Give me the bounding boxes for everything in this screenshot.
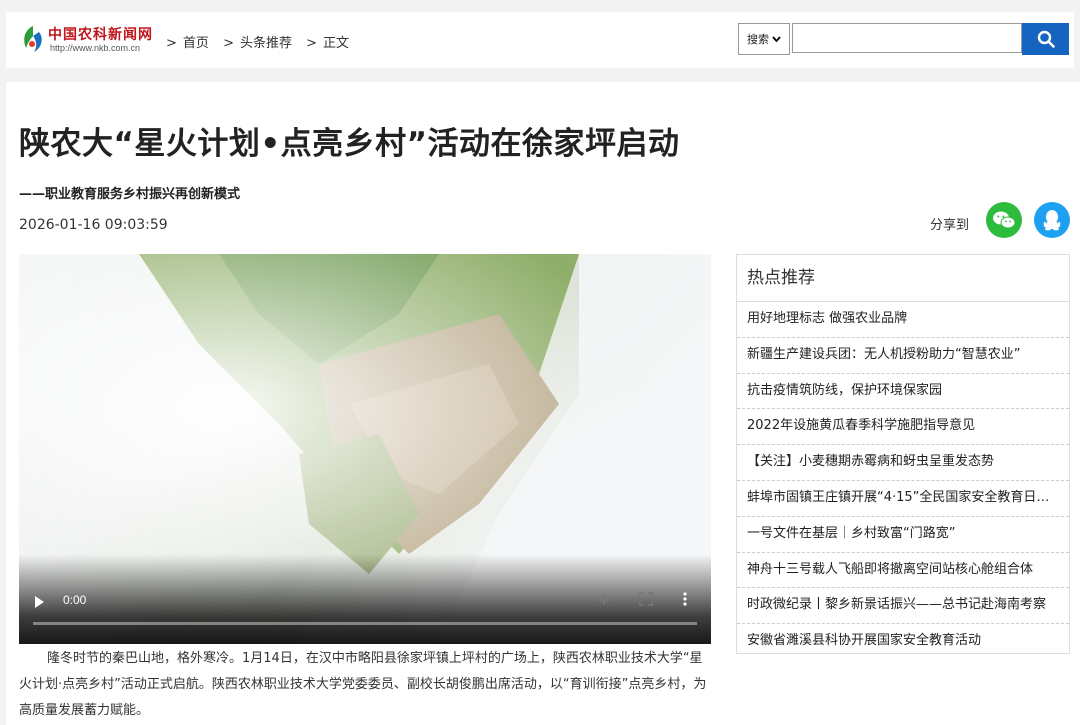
hot-list-item[interactable]: 【关注】小麦穗期赤霉病和蚜虫呈重发态势 bbox=[737, 445, 1069, 481]
video-time: 0:00 bbox=[63, 593, 87, 607]
qq-icon bbox=[1043, 210, 1061, 231]
hot-list-item[interactable]: 新疆生产建设兵团：无人机授粉助力“智慧农业” bbox=[737, 338, 1069, 374]
chevron-down-icon bbox=[772, 36, 781, 42]
hot-list-item[interactable]: 抗击疫情筑防线，保护环境保家园 bbox=[737, 374, 1069, 410]
search-button[interactable] bbox=[1022, 23, 1069, 55]
logo-text: 中国农科新闻网 bbox=[48, 27, 153, 43]
share-wechat-button[interactable] bbox=[986, 202, 1022, 238]
fullscreen-icon[interactable] bbox=[639, 592, 653, 606]
hot-list-item[interactable]: 一号文件在基层｜乡村致富“门路宽” bbox=[737, 517, 1069, 553]
logo-mark-icon bbox=[24, 26, 42, 52]
share-label: 分享到 bbox=[930, 218, 970, 233]
article-video[interactable]: 0:00 bbox=[19, 254, 711, 644]
breadcrumb: > 首页 > 头条推荐 > 正文 bbox=[166, 32, 359, 51]
breadcrumb-home[interactable]: 首页 bbox=[183, 36, 209, 51]
article-date: 2026-01-16 09:03:59 bbox=[19, 217, 168, 233]
hot-list: 用好地理标志 做强农业品牌 新疆生产建设兵团：无人机授粉助力“智慧农业” 抗击疫… bbox=[737, 302, 1069, 659]
play-icon[interactable] bbox=[35, 596, 44, 608]
article-subtitle: ——职业教育服务乡村振兴再创新模式 bbox=[19, 187, 241, 202]
breadcrumb-article: 正文 bbox=[323, 36, 350, 51]
volume-icon[interactable] bbox=[597, 592, 613, 606]
hot-recommend-title: 热点推荐 bbox=[737, 255, 1069, 302]
site-logo[interactable]: 中国农科新闻网 http://www.nkb.com.cn bbox=[20, 24, 160, 56]
more-options-icon[interactable] bbox=[683, 592, 687, 606]
search-type-select[interactable]: 搜索 bbox=[738, 23, 790, 55]
hot-list-item[interactable]: 蚌埠市固镇王庄镇开展“4·15”全民国家安全教育日活动 bbox=[737, 481, 1069, 517]
hot-list-item[interactable]: 神舟十三号载人飞船即将撤离空间站核心舱组合体 bbox=[737, 553, 1069, 589]
top-bar: 中国农科新闻网 http://www.nkb.com.cn > 首页 > 头条推荐 … bbox=[6, 12, 1074, 68]
breadcrumb-separator: > bbox=[166, 36, 177, 51]
hot-list-item[interactable]: 2022年设施黄瓜春季科学施肥指导意见 bbox=[737, 409, 1069, 446]
breadcrumb-separator: > bbox=[223, 36, 234, 51]
article-title: 陕农大“星火计划•点亮乡村”活动在徐家坪启动 bbox=[19, 126, 680, 162]
article-container: 陕农大“星火计划•点亮乡村”活动在徐家坪启动 ——职业教育服务乡村振兴再创新模式… bbox=[6, 82, 1080, 725]
breadcrumb-headline[interactable]: 头条推荐 bbox=[240, 36, 292, 51]
search-icon bbox=[1037, 30, 1055, 48]
video-progress-bar[interactable] bbox=[33, 622, 697, 625]
search-type-value: 搜索 bbox=[747, 33, 769, 46]
article-body: 隆冬时节的秦巴山地，格外寒冷。1月14日，在汉中市略阳县徐家坪镇上坪村的广场上，… bbox=[19, 651, 707, 718]
share-qq-button[interactable] bbox=[1034, 202, 1070, 238]
wechat-icon bbox=[993, 211, 1016, 229]
hot-recommend-panel: 热点推荐 用好地理标志 做强农业品牌 新疆生产建设兵团：无人机授粉助力“智慧农业… bbox=[736, 254, 1070, 654]
breadcrumb-separator: > bbox=[306, 36, 318, 51]
hot-list-item[interactable]: 用好地理标志 做强农业品牌 bbox=[737, 302, 1069, 338]
search-input[interactable] bbox=[792, 23, 1022, 53]
hot-list-item[interactable]: 安徽省濉溪县科协开展国家安全教育活动 bbox=[737, 624, 1069, 659]
logo-url: http://www.nkb.com.cn bbox=[50, 43, 141, 53]
hot-list-item[interactable]: 时政微纪录丨黎乡新景话振兴——总书记赴海南考察 bbox=[737, 588, 1069, 625]
